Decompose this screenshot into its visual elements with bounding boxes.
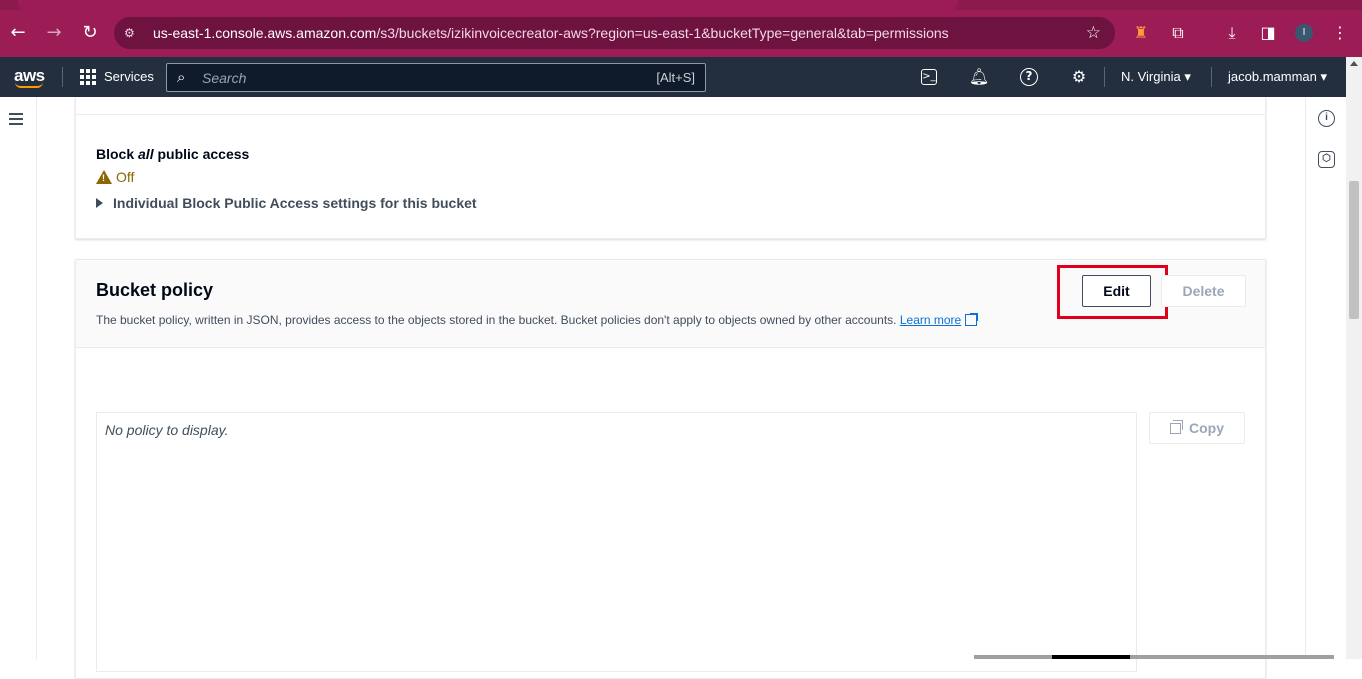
forward-arrow-icon[interactable]: → [43, 22, 65, 44]
right-tools-rail: i ⬡ [1305, 97, 1346, 659]
block-public-access-title: Block all public access [96, 146, 249, 162]
notifications-bell-icon[interactable]: 🔔︎ [968, 66, 990, 88]
title-emphasis: all [138, 146, 154, 162]
empty-policy-text: No policy to display. [105, 422, 229, 438]
status-indicator: Off [96, 168, 134, 185]
tab-strip [0, 0, 1362, 10]
puzzle-icon[interactable]: ⧉ [1167, 22, 1189, 44]
bucket-policy-card: Bucket policy The bucket policy, written… [75, 259, 1266, 679]
profile-avatar[interactable]: I [1295, 24, 1313, 42]
sidebar-icon[interactable]: ◨ [1257, 22, 1279, 44]
download-icon[interactable]: ⤓ [1221, 22, 1243, 44]
info-icon[interactable]: i [1318, 110, 1335, 127]
aws-logo-smile [15, 82, 43, 88]
page-scrollbar[interactable] [1346, 57, 1362, 659]
caret-right-icon [96, 198, 103, 208]
star-icon[interactable]: ☆ [1086, 23, 1101, 43]
policy-viewer[interactable]: No policy to display. [96, 412, 1137, 672]
search-input[interactable]: ⌕ Search [Alt+S] [166, 63, 706, 92]
nav-separator [1211, 67, 1212, 87]
edit-button[interactable]: Edit [1082, 275, 1151, 307]
nav-separator [1104, 67, 1105, 87]
left-navigation-rail [0, 97, 37, 659]
copy-label: Copy [1189, 420, 1224, 436]
extension-icon[interactable]: ♜ [1130, 22, 1152, 44]
copy-button[interactable]: Copy [1149, 412, 1245, 444]
menu-hamburger-icon[interactable] [9, 113, 23, 125]
aws-console-nav: aws Services ⌕ Search [Alt+S] >_ 🔔︎ ? ⚙ … [0, 57, 1346, 97]
title-suffix: public access [153, 146, 250, 162]
services-grid-icon[interactable] [80, 69, 96, 85]
bucket-policy-header: Bucket policy The bucket policy, written… [76, 260, 1265, 348]
search-shortcut: [Alt+S] [656, 70, 695, 85]
title-prefix: Block [96, 146, 139, 162]
nav-divider [62, 67, 63, 87]
scroll-thumb[interactable] [1349, 181, 1359, 319]
site-info-icon[interactable]: ⚙ [124, 25, 140, 41]
warning-icon [96, 170, 112, 184]
services-menu[interactable]: Services [104, 69, 154, 84]
settings-gear-icon[interactable]: ⚙ [1068, 66, 1090, 88]
help-icon[interactable]: ? [1020, 68, 1038, 86]
search-icon: ⌕ [177, 68, 186, 86]
expander-label: Individual Block Public Access settings … [113, 195, 477, 211]
reload-icon[interactable]: ↻ [79, 22, 101, 44]
bucket-policy-title: Bucket policy [96, 280, 214, 300]
url-path: /s3/buckets/izikinvoicecreator-aws?regio… [376, 25, 949, 41]
bpa-settings-expander[interactable]: Individual Block Public Access settings … [96, 195, 477, 211]
hexagon-icon[interactable]: ⬡ [1318, 151, 1335, 168]
divider [76, 114, 1265, 115]
user-name: jacob.mamman [1228, 69, 1317, 84]
learn-more-link[interactable]: Learn more [900, 313, 961, 327]
delete-button[interactable]: Delete [1161, 275, 1246, 307]
cloudshell-icon[interactable]: >_ [921, 69, 937, 85]
region-selector[interactable]: N. Virginia ▾ [1121, 69, 1191, 85]
url-host: us-east-1.console.aws.amazon.com [153, 25, 377, 41]
bucket-policy-description: The bucket policy, written in JSON, prov… [96, 312, 979, 327]
account-menu[interactable]: jacob.mamman ▾ [1228, 69, 1327, 85]
back-arrow-icon[interactable]: ← [7, 22, 29, 44]
region-name: N. Virginia [1121, 69, 1181, 84]
address-bar[interactable]: ⚙ us-east-1.console.aws.amazon.com/s3/bu… [114, 17, 1115, 49]
block-public-access-card: Block all public access Off Individual B… [75, 97, 1266, 239]
status-text: Off [116, 169, 135, 185]
search-placeholder: Search [202, 70, 247, 86]
browser-toolbar: ← → ↻ ⚙ us-east-1.console.aws.amazon.com… [0, 0, 1362, 57]
description-text: The bucket policy, written in JSON, prov… [96, 313, 897, 327]
menu-dots-icon[interactable]: ⋮ [1329, 22, 1351, 44]
url-text[interactable]: us-east-1.console.aws.amazon.com/s3/buck… [153, 25, 949, 41]
taskbar-peek [974, 655, 1334, 659]
external-link-icon[interactable] [965, 313, 979, 326]
copy-icon [1170, 420, 1183, 434]
active-tab[interactable] [18, 0, 958, 10]
scroll-up-icon[interactable] [1350, 61, 1358, 66]
